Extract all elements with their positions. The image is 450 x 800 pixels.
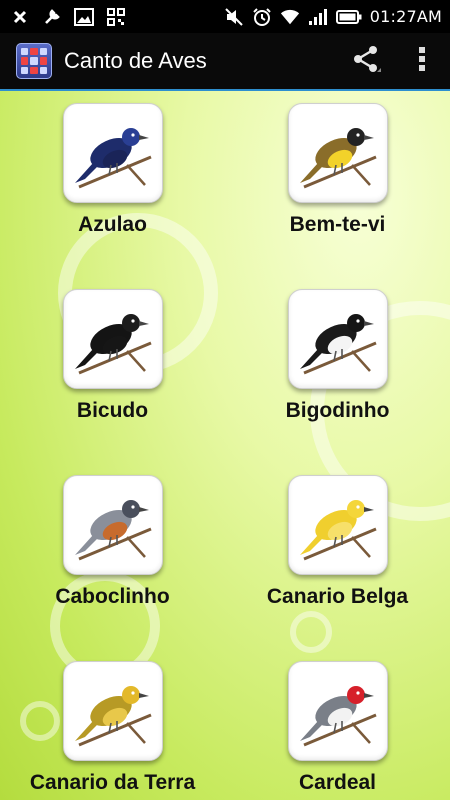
bird-item[interactable]: Caboclinho [0,463,225,649]
bird-grid: Azulao Bem-te-vi Bicudo Bigodinho Caboclinho… [0,91,450,800]
image-icon [74,7,94,27]
status-bar-clock: 01:27AM [369,7,442,26]
bird-item[interactable]: Cardeal [225,649,450,800]
status-bar-notifications [0,7,126,27]
bird-illustration [299,128,377,189]
bird-name-label: Bicudo [76,399,149,422]
bird-illustration [299,314,377,375]
bird-name-label: Bem-te-vi [289,213,386,236]
wrench-icon [42,7,62,27]
bird-illustration [74,128,152,189]
bird-image-button[interactable] [287,475,388,575]
bird-image-button[interactable] [62,289,163,389]
share-icon [351,44,381,78]
bird-name-label: Bigodinho [285,399,390,422]
status-bar: 01:27AM [0,0,450,33]
bird-image-button[interactable] [287,289,388,389]
bird-item[interactable]: Bigodinho [225,277,450,463]
bird-image-button[interactable] [62,103,163,203]
overflow-menu-icon [418,46,426,76]
qr-icon [106,7,126,27]
mute-icon [224,7,244,27]
signal-icon [308,7,328,27]
overflow-menu-button[interactable] [394,33,450,89]
battery-icon [335,7,362,27]
bird-name-label: Caboclinho [55,585,170,608]
wifi-icon [280,7,300,27]
bird-image-button[interactable] [287,103,388,203]
bird-name-label: Azulao [78,213,147,236]
bird-name-label: Canario Belga [266,585,409,608]
bird-illustration [74,314,152,375]
bird-item[interactable]: Bicudo [0,277,225,463]
alarm-icon [252,7,272,27]
bird-item[interactable]: Bem-te-vi [225,91,450,277]
bird-image-button[interactable] [62,475,163,575]
bird-illustration [299,500,377,561]
app-logo-icon[interactable] [16,43,52,79]
bird-illustration [74,686,152,747]
bird-list-screen[interactable]: Azulao Bem-te-vi Bicudo Bigodinho Caboclinho… [0,91,450,800]
close-icon [10,7,30,27]
bird-image-button[interactable] [62,661,163,761]
bird-item[interactable]: Canario da Terra [0,649,225,800]
app-title: Canto de Aves [64,48,207,73]
bird-name-label: Cardeal [298,771,377,794]
bird-illustration [299,686,377,747]
bird-image-button[interactable] [287,661,388,761]
bird-name-label: Canario da Terra [29,771,196,794]
bird-item[interactable]: Canario Belga [225,463,450,649]
status-bar-system: 01:27AM [224,7,450,27]
bird-item[interactable]: Azulao [0,91,225,277]
action-bar: Canto de Aves [0,33,450,91]
bird-illustration [74,500,152,561]
share-button[interactable] [338,33,394,89]
